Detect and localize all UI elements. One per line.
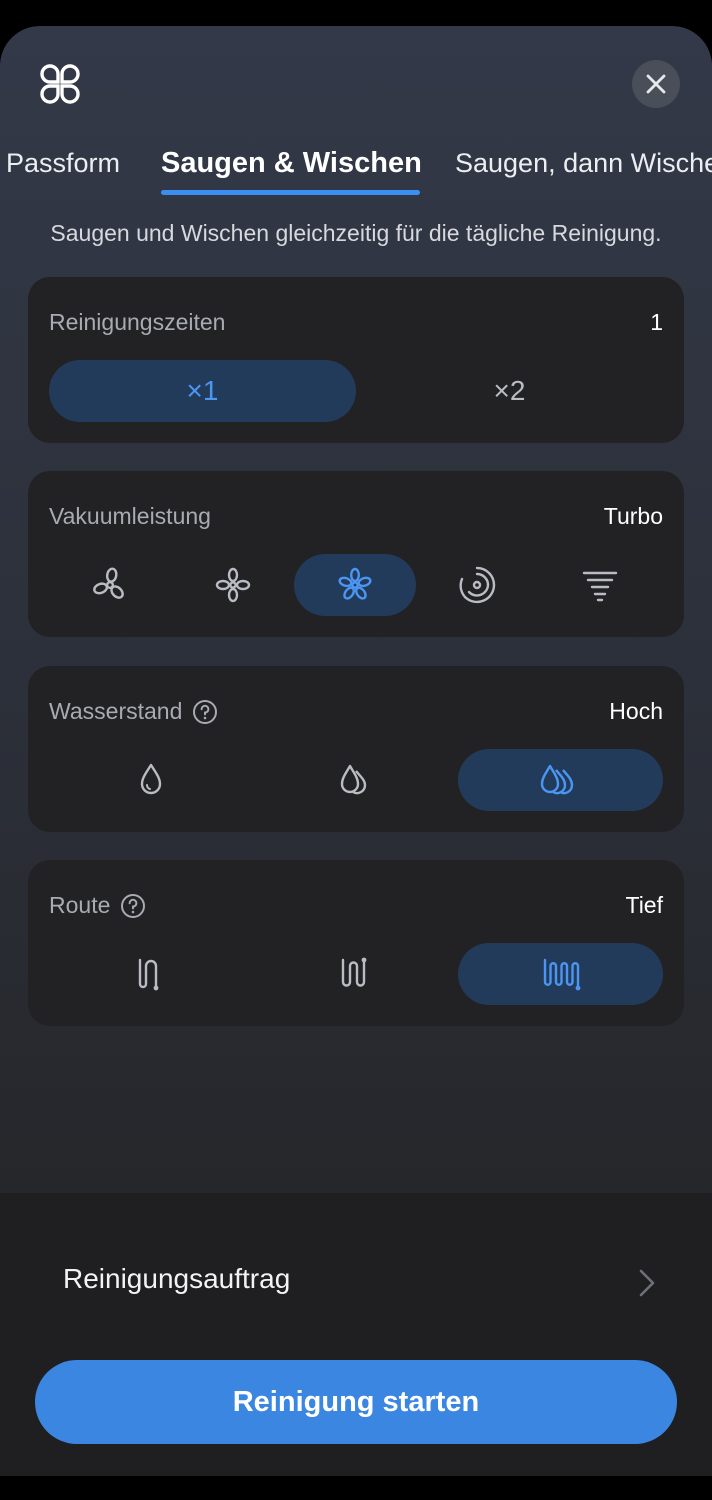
route-option-deep[interactable] — [458, 943, 663, 1005]
help-icon[interactable] — [120, 893, 146, 919]
water-level-card: Wasserstand Hoch — [28, 666, 684, 832]
cleaning-times-title: Reinigungszeiten — [49, 309, 226, 335]
app-grid-icon[interactable] — [36, 60, 84, 108]
tab-saugen-dann-wischen[interactable]: Saugen, dann Wischen — [455, 148, 712, 179]
close-button[interactable] — [632, 60, 680, 108]
suction-power-card: Vakuumleistung Turbo — [28, 471, 684, 637]
fan-quiet-icon — [93, 567, 124, 599]
cleaning-times-option-1[interactable]: ×1 — [49, 360, 356, 422]
water-level-value: Hoch — [609, 698, 663, 724]
route-standard-icon — [341, 957, 367, 987]
tab-passform[interactable]: Passform — [6, 148, 120, 179]
suction-option-quiet[interactable] — [49, 554, 171, 616]
fan-standard-icon — [215, 567, 251, 603]
cleaning-times-option-2[interactable]: ×2 — [356, 360, 663, 422]
route-fast-icon — [138, 958, 159, 991]
cleaning-order-label: Reinigungsauftrag — [63, 1263, 291, 1294]
active-tab-indicator — [161, 190, 420, 195]
fan-max-icon — [459, 566, 496, 604]
route-deep-icon — [543, 958, 580, 991]
water-option-medium[interactable] — [254, 749, 458, 811]
bottom-panel: Reinigungsauftrag Reinigung starten — [0, 1193, 712, 1476]
water-option-high[interactable] — [458, 749, 663, 811]
tab-saugen-wischen[interactable]: Saugen & Wischen — [161, 147, 422, 180]
suction-option-tornado[interactable] — [539, 554, 661, 616]
help-icon[interactable] — [192, 699, 218, 725]
suction-power-value: Turbo — [603, 503, 663, 529]
suction-option-turbo[interactable] — [294, 554, 416, 616]
chevron-right-icon — [639, 1269, 655, 1297]
fan-turbo-icon — [338, 567, 372, 600]
water-high-icon — [540, 764, 573, 795]
route-title: Route — [49, 892, 146, 919]
route-option-fast[interactable] — [49, 943, 253, 1005]
mode-tabs: Passform Saugen & Wischen Saugen, dann W… — [0, 136, 712, 196]
close-icon — [646, 74, 666, 94]
cleaning-order-row[interactable]: Reinigungsauftrag — [0, 1233, 712, 1333]
water-level-title: Wasserstand — [49, 698, 218, 725]
mode-settings-sheet: Passform Saugen & Wischen Saugen, dann W… — [0, 26, 712, 1476]
route-value: Tief — [625, 892, 664, 918]
tornado-icon — [582, 571, 618, 602]
water-medium-icon — [340, 764, 367, 795]
suction-power-title: Vakuumleistung — [49, 503, 211, 529]
suction-option-max[interactable] — [416, 554, 538, 616]
water-option-low[interactable] — [49, 749, 253, 811]
cleaning-times-value: 1 — [650, 309, 663, 335]
water-low-icon — [140, 763, 162, 795]
start-cleaning-button[interactable]: Reinigung starten — [35, 1360, 677, 1444]
mode-description: Saugen und Wischen gleichzeitig für die … — [50, 220, 662, 246]
cleaning-times-card: Reinigungszeiten 1 ×1 ×2 — [28, 277, 684, 443]
route-option-standard[interactable] — [254, 943, 458, 1005]
suction-option-standard[interactable] — [172, 554, 294, 616]
route-card: Route Tief — [28, 860, 684, 1026]
